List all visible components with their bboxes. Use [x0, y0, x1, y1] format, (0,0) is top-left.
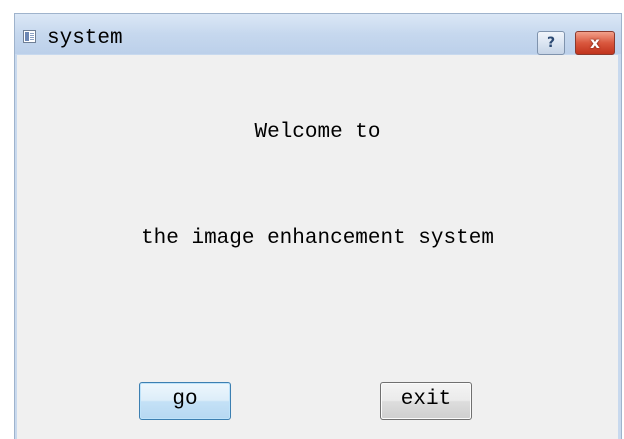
dialog-window: system ? x Welcome to the image enhancem…: [14, 13, 622, 439]
window-title: system: [47, 27, 123, 50]
system-name-text: the image enhancement system: [141, 227, 494, 250]
welcome-text: Welcome to: [254, 121, 381, 144]
dialog-body: Welcome to the image enhancement system …: [17, 55, 618, 439]
help-button[interactable]: ?: [537, 31, 565, 55]
exit-button[interactable]: exit: [380, 382, 472, 420]
go-button[interactable]: go: [139, 382, 231, 420]
title-bar[interactable]: system ? x: [15, 14, 621, 55]
app-window-icon: [23, 30, 36, 43]
close-button[interactable]: x: [575, 31, 615, 55]
